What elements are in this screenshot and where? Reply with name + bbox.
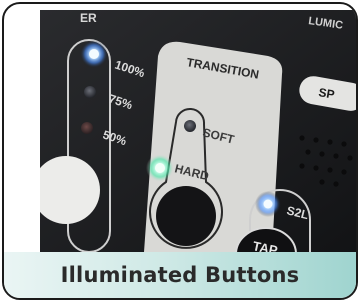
control-panel-illustration: ER LUMIC 100% 75% 50% TRANSITION SOFT HA… <box>40 10 356 252</box>
soft-led-icon <box>184 120 196 132</box>
transition-round-button <box>156 186 216 246</box>
illuminated-buttons-card: ER LUMIC 100% 75% 50% TRANSITION SOFT HA… <box>2 2 358 300</box>
control-panel-photo: ER LUMIC 100% 75% 50% TRANSITION SOFT HA… <box>40 10 356 252</box>
led-100-core-icon <box>89 49 99 59</box>
partial-top-label: ER <box>80 11 97 25</box>
led-50-icon <box>81 122 93 134</box>
caption-bar: Illuminated Buttons <box>4 252 356 298</box>
caption-title: Illuminated Buttons <box>60 263 300 287</box>
led-75-icon <box>84 86 96 98</box>
s2l-led-core-icon <box>263 199 273 209</box>
hard-led-core-icon <box>155 163 165 173</box>
partial-sp-label: SP <box>317 85 335 102</box>
